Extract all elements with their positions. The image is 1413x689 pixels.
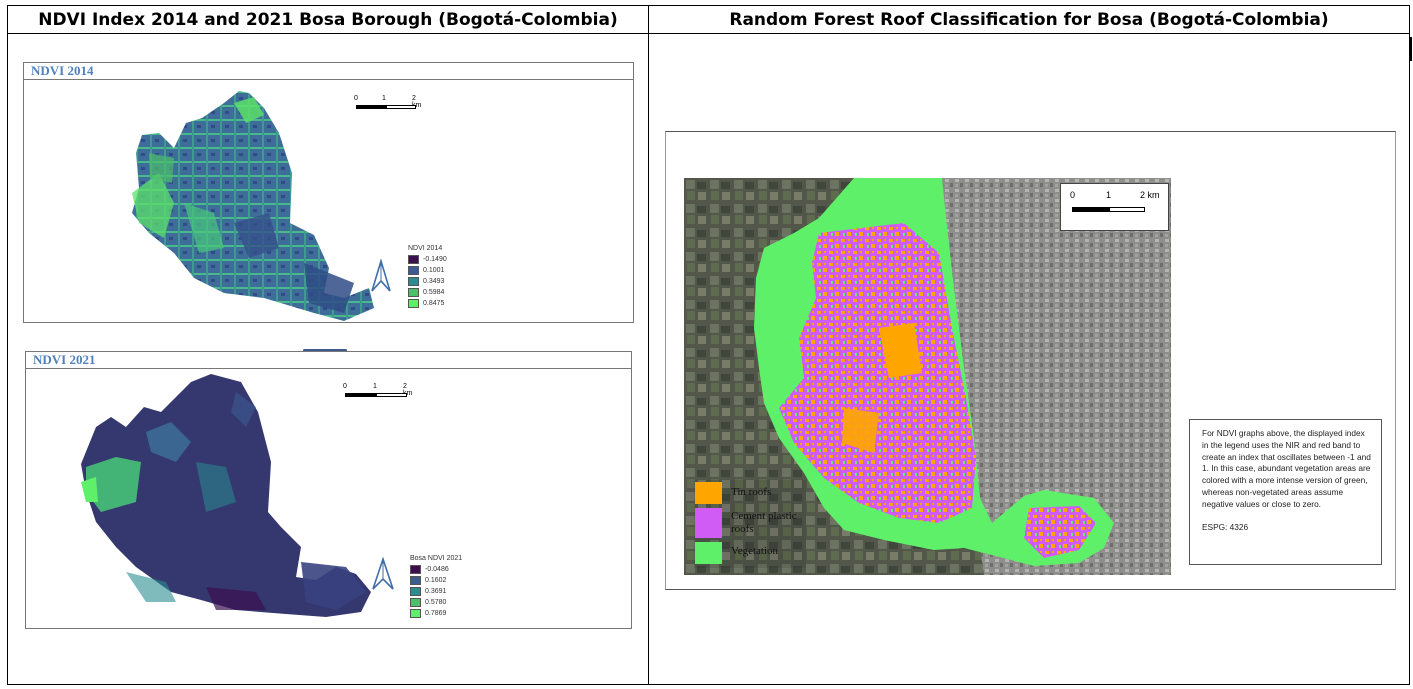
legend-label: Tin roofs bbox=[731, 486, 772, 498]
legend-swatch bbox=[695, 508, 722, 538]
ndvi-2021-map bbox=[81, 374, 371, 617]
note-epsg: ESPG: 4326 bbox=[1202, 521, 1249, 532]
scale-segment-black bbox=[1072, 207, 1109, 212]
legend-swatch bbox=[410, 576, 421, 585]
ndvi-2014-panel: NDVI 2014 0 1 2 km NDVI 2014 -0.1490 0.1… bbox=[23, 62, 634, 323]
legend-value: 0.3691 bbox=[425, 588, 447, 595]
scale-label-zero: 0 bbox=[354, 95, 358, 102]
scale-label-zero: 0 bbox=[343, 383, 347, 390]
legend-title: Bosa NDVI 2021 bbox=[410, 555, 463, 562]
scale-label-one: 1 bbox=[382, 95, 386, 102]
rf-legend: Tin roofs Cement plastic roofs Vegetatio… bbox=[694, 480, 806, 568]
legend-label: Cement plastic roofs bbox=[731, 510, 797, 535]
rf-legend-item: Cement plastic roofs bbox=[695, 508, 807, 538]
rf-legend-item: Vegetation bbox=[695, 542, 778, 564]
legend-value: -0.1490 bbox=[423, 256, 447, 263]
legend-swatch bbox=[695, 482, 722, 504]
scale-segment-white bbox=[386, 105, 416, 109]
cell-edge-mark bbox=[1410, 37, 1412, 61]
legend-value: 0.3493 bbox=[423, 278, 445, 285]
scale-label-one: 1 bbox=[1106, 190, 1112, 200]
legend-swatch bbox=[410, 587, 421, 596]
legend-value: 0.5780 bbox=[425, 599, 447, 606]
legend-swatch bbox=[408, 299, 419, 308]
legend-swatch bbox=[410, 565, 421, 574]
scale-label-two: 2 km bbox=[1140, 190, 1160, 200]
column-divider bbox=[648, 5, 649, 685]
scale-label-one: 1 bbox=[373, 383, 377, 390]
legend-item: 0.1001 bbox=[408, 265, 447, 276]
scale-label-zero: 0 bbox=[1070, 190, 1076, 200]
legend-swatch bbox=[408, 255, 419, 264]
legend-item: 0.5984 bbox=[408, 287, 447, 298]
legend-item: 0.3493 bbox=[408, 276, 447, 287]
scale-segment-black bbox=[345, 393, 376, 397]
legend-value: 0.8475 bbox=[423, 300, 445, 307]
scale-segment-black bbox=[356, 105, 386, 109]
legend-swatch bbox=[695, 542, 722, 564]
legend-value: 0.7869 bbox=[425, 610, 447, 617]
ndvi-2014-map bbox=[132, 91, 374, 321]
legend-swatch bbox=[408, 277, 419, 286]
rf-legend-item: Tin roofs bbox=[695, 482, 771, 504]
ndvi-2014-scale-bar: 0 1 2 km bbox=[354, 95, 424, 115]
left-column-header: NDVI Index 2014 and 2021 Bosa Borough (B… bbox=[38, 10, 618, 30]
scale-segment-white bbox=[1109, 207, 1145, 212]
north-arrow-icon bbox=[371, 259, 391, 292]
rf-scale-box: 0 1 2 km bbox=[1060, 183, 1169, 231]
legend-title: NDVI 2014 bbox=[408, 245, 443, 252]
legend-item: 0.5780 bbox=[410, 597, 462, 608]
legend-swatch bbox=[408, 266, 419, 275]
legend-item: 0.1602 bbox=[410, 575, 462, 586]
ndvi-2021-legend: Bosa NDVI 2021 -0.0486 0.1602 0.3691 0.5… bbox=[410, 555, 462, 619]
legend-swatch bbox=[410, 598, 421, 607]
legend-item: 0.3691 bbox=[410, 586, 462, 597]
header-divider bbox=[7, 33, 1410, 34]
ndvi-2021-panel: NDVI 2021 0 1 2 km Bosa NDVI 2021 -0.048… bbox=[25, 351, 632, 629]
ndvi-2014-legend: NDVI 2014 -0.1490 0.1001 0.3493 0.5984 0… bbox=[408, 245, 447, 309]
legend-item: -0.0486 bbox=[410, 564, 462, 575]
north-arrow-icon bbox=[372, 557, 394, 590]
legend-swatch bbox=[410, 609, 421, 618]
legend-item: 0.7869 bbox=[410, 608, 462, 619]
legend-value: 0.1602 bbox=[425, 577, 447, 584]
legend-value: 0.1001 bbox=[423, 267, 445, 274]
legend-swatch bbox=[408, 288, 419, 297]
legend-value: 0.5984 bbox=[423, 289, 445, 296]
legend-item: 0.8475 bbox=[408, 298, 447, 309]
legend-item: -0.1490 bbox=[408, 254, 447, 265]
note-text: For NDVI graphs above, the displayed ind… bbox=[1202, 428, 1371, 509]
right-column-header: Random Forest Roof Classification for Bo… bbox=[729, 10, 1329, 30]
scale-segment-white bbox=[376, 393, 407, 397]
ndvi-explanation-note: For NDVI graphs above, the displayed ind… bbox=[1189, 419, 1382, 565]
ndvi-2021-scale-bar: 0 1 2 km bbox=[343, 383, 413, 403]
legend-label: Vegetation bbox=[731, 545, 779, 557]
legend-value: -0.0486 bbox=[425, 566, 449, 573]
